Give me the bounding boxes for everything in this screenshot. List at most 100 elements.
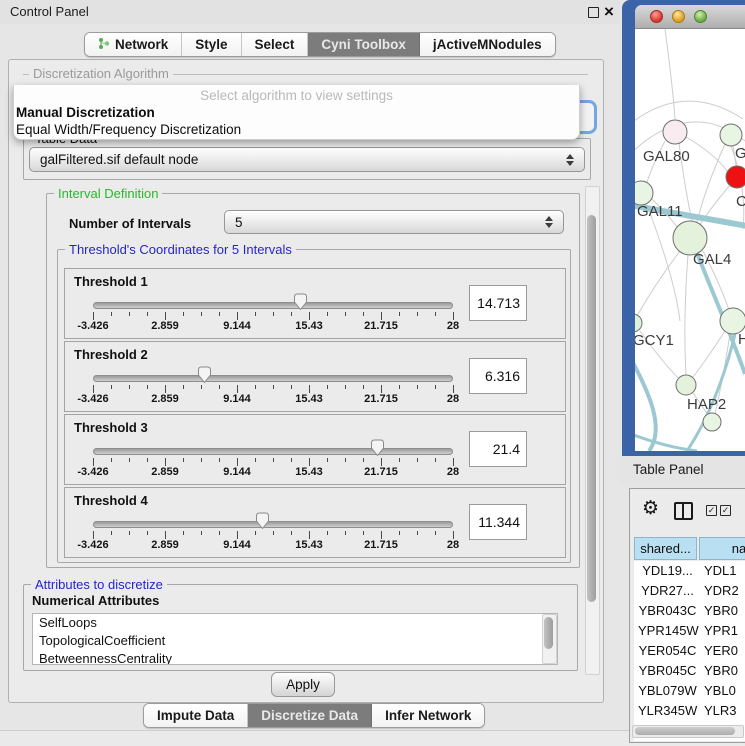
network-node[interactable] — [676, 375, 696, 395]
threshold-value-field[interactable]: 11.344 — [469, 504, 527, 540]
tick-mark — [417, 458, 418, 462]
threshold-label: Threshold 3 — [74, 420, 148, 435]
tick-mark — [435, 458, 436, 462]
panel-scrollbar-thumb[interactable] — [587, 215, 596, 602]
dropdown-option[interactable]: Equal Width/Frequency Discretization — [14, 121, 579, 138]
attribute-list-item[interactable]: SelfLoops — [33, 614, 557, 632]
gear-icon[interactable]: ⚙ — [642, 497, 659, 520]
table-column-header[interactable]: na — [699, 537, 745, 560]
tick-mark — [255, 458, 256, 462]
tick-label: 2.859 — [151, 466, 179, 478]
table-row[interactable]: YBR043CYBR0 — [634, 601, 745, 621]
tick-mark — [327, 531, 328, 535]
network-node[interactable] — [635, 314, 642, 332]
threshold-slider-track[interactable] — [93, 448, 453, 455]
network-node[interactable] — [635, 181, 653, 205]
network-node[interactable] — [726, 166, 745, 188]
table-cell: YDR27... — [638, 581, 697, 601]
tab-discretize-data[interactable]: Discretize Data — [248, 704, 372, 727]
tick-mark — [147, 385, 148, 389]
network-window-titlebar[interactable] — [635, 5, 745, 29]
table-row[interactable]: YPR145WYPR1 — [634, 621, 745, 641]
dropdown-options: Manual DiscretizationEqual Width/Frequen… — [14, 104, 579, 138]
dropdown-option[interactable]: Manual Discretization — [14, 104, 579, 121]
combobox-arrows-icon — [566, 154, 574, 166]
panel-scrollbar[interactable] — [585, 186, 600, 675]
table-row[interactable]: YDR27...YDR2 — [634, 581, 745, 601]
threshold-slider-thumb[interactable] — [197, 366, 212, 389]
tick-mark — [219, 531, 220, 535]
threshold-value-field[interactable]: 21.4 — [469, 431, 527, 467]
threshold-slider-track[interactable] — [93, 302, 453, 309]
table-row[interactable]: YER054CYER0 — [634, 641, 745, 661]
threshold-slider-thumb[interactable] — [255, 512, 270, 535]
attributes-list-scrollbar-thumb[interactable] — [544, 617, 553, 649]
threshold-slider-thumb[interactable] — [293, 293, 308, 316]
network-node[interactable] — [703, 413, 721, 431]
tick-label: 21.715 — [364, 320, 398, 332]
bottom-tabbar: Impute DataDiscretize Data Infer Network — [143, 703, 485, 728]
tab-select[interactable]: Select — [242, 33, 309, 56]
table-column-header[interactable]: shared... — [634, 537, 697, 560]
tab-network[interactable]: Network — [85, 33, 182, 56]
table-cell: YBL0 — [704, 681, 736, 701]
table-hscrollbar[interactable] — [632, 725, 744, 738]
table-row[interactable]: YLR345WYLR3 — [634, 701, 745, 721]
close-traffic-light-icon[interactable] — [650, 10, 663, 23]
threshold-slider-track[interactable] — [93, 375, 453, 382]
network-node[interactable] — [720, 124, 742, 146]
split-pane-icon[interactable] — [674, 502, 693, 520]
table-data-value: galFiltered.sif default node — [40, 152, 198, 167]
threshold-slider-thumb[interactable] — [370, 439, 385, 462]
tab-cyni-toolbox[interactable]: Cyni Toolbox — [308, 33, 420, 56]
threshold-slider-track[interactable] — [93, 521, 453, 528]
table-toolbar: ⚙ ✓ ✓ — [630, 489, 745, 533]
tab-label: Infer Network — [385, 708, 471, 723]
threshold-box: Threshold 1-3.4262.8599.14415.4321.71528… — [64, 268, 566, 339]
threshold-value-field[interactable]: 6.316 — [469, 358, 527, 394]
numerical-attributes-list[interactable]: SelfLoopsTopologicalCoefficientBetweenne… — [32, 613, 558, 665]
apply-button-label: Apply — [286, 677, 320, 692]
tick-mark — [399, 531, 400, 535]
tick-mark — [255, 385, 256, 389]
tick-label: 15.43 — [295, 539, 323, 551]
checkbox-icon[interactable]: ✓ — [706, 505, 717, 516]
network-node[interactable] — [673, 221, 707, 255]
tick-mark — [93, 531, 94, 539]
tick-mark — [327, 458, 328, 462]
zoom-traffic-light-icon[interactable] — [694, 10, 707, 23]
threshold-label: Threshold 4 — [74, 493, 148, 508]
table-data-combobox[interactable]: galFiltered.sif default node — [29, 147, 585, 172]
tick-mark — [291, 385, 292, 389]
tab-style[interactable]: Style — [182, 33, 241, 56]
number-of-intervals-combobox[interactable]: 5 — [224, 210, 564, 234]
tick-mark — [219, 385, 220, 389]
attribute-list-item[interactable]: BetweennessCentrality — [33, 650, 557, 665]
table-cell: YER0 — [704, 641, 738, 661]
network-edge — [635, 101, 743, 124]
float-window-icon[interactable] — [588, 7, 599, 18]
table-row[interactable]: YDL19...YDL1 — [634, 561, 745, 581]
checkbox-icon[interactable]: ✓ — [720, 505, 731, 516]
network-canvas[interactable]: GAL80GCGAL11GAL4GCY1HHAP2 — [635, 29, 745, 451]
minimize-traffic-light-icon[interactable] — [672, 10, 685, 23]
close-icon[interactable]: × — [604, 1, 614, 23]
tick-mark — [399, 312, 400, 316]
attributes-list-scrollbar[interactable] — [542, 614, 557, 664]
table-row[interactable]: YBL079WYBL0 — [634, 681, 745, 701]
threshold-box: Threshold 2-3.4262.8599.14415.4321.71528… — [64, 341, 566, 412]
thresholds-group-label: Threshold's Coordinates for 5 Intervals — [65, 242, 296, 257]
tab-infer-network[interactable]: Infer Network — [372, 704, 484, 727]
table-row[interactable]: YBR045CYBR0 — [634, 661, 745, 681]
tick-mark — [417, 312, 418, 316]
tab-impute-data[interactable]: Impute Data — [144, 704, 248, 727]
tick-mark — [183, 458, 184, 462]
table-hscrollbar-thumb[interactable] — [635, 727, 735, 735]
apply-button[interactable]: Apply — [271, 672, 335, 697]
tick-mark — [273, 312, 274, 316]
attribute-list-item[interactable]: TopologicalCoefficient — [33, 632, 557, 650]
attributes-group-label: Attributes to discretize — [31, 577, 167, 592]
tab-jactivemnodules[interactable]: jActiveMNodules — [420, 33, 555, 56]
network-node[interactable] — [663, 120, 687, 144]
threshold-value-field[interactable]: 14.713 — [469, 285, 527, 321]
